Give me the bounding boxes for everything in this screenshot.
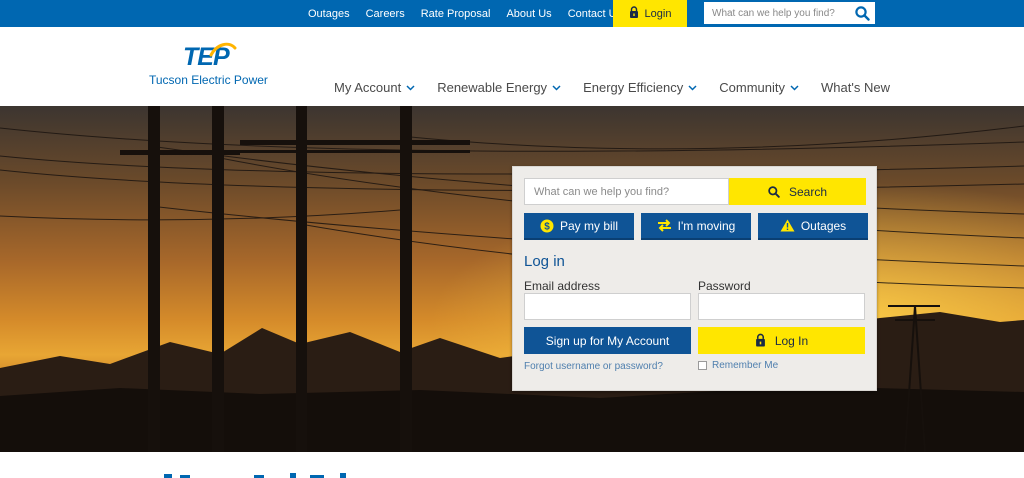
remember-me-checkbox[interactable] [698,361,707,370]
panel-search-button[interactable]: Search [729,178,866,205]
utility-links: Outages Careers Rate Proposal About Us C… [300,0,630,27]
lock-icon [755,333,765,347]
nav-label: Renewable Energy [437,80,548,95]
remember-me: Remember Me [698,360,778,371]
chevron-down-icon [552,84,561,91]
im-moving-button[interactable]: I'm moving [641,213,751,240]
dollar-icon: $ [540,219,554,232]
im-moving-label: I'm moving [677,218,736,233]
top-search-button[interactable] [849,2,875,24]
email-field[interactable] [524,293,691,320]
sign-up-button[interactable]: Sign up for My Account [524,327,691,354]
nav-whats-new[interactable]: What's New [821,80,890,95]
utility-link-rate-proposal[interactable]: Rate Proposal [413,8,499,20]
lock-icon [629,5,639,22]
nav-label: Energy Efficiency [583,80,684,95]
utility-link-outages[interactable]: Outages [300,8,358,20]
top-login-button[interactable]: Login [613,0,687,27]
login-title: Log in [524,253,565,270]
tep-logo[interactable]: TEP Tucson Electric Power [149,42,269,91]
cropped-heading-fragment [164,473,346,478]
nav-renewable-energy[interactable]: Renewable Energy [437,80,561,95]
forgot-credentials-link[interactable]: Forgot username or password? [524,361,663,372]
chevron-down-icon [790,84,799,91]
content-below-hero [0,452,1024,478]
pay-my-bill-button[interactable]: $ Pay my bill [524,213,634,240]
panel-search-input[interactable] [524,178,729,205]
site-header: TEP Tucson Electric Power My Account Ren… [0,27,1024,106]
pay-my-bill-label: Pay my bill [559,218,618,233]
utility-link-careers[interactable]: Careers [358,8,413,20]
nav-my-account[interactable]: My Account [334,80,415,95]
top-login-label: Login [644,7,672,20]
svg-text:$: $ [544,221,550,232]
panel-search: Search [524,178,866,205]
chevron-down-icon [688,84,697,91]
password-field[interactable] [698,293,865,320]
search-icon [768,185,780,198]
swap-arrows-icon [657,219,671,232]
outages-button[interactable]: Outages [758,213,868,240]
main-nav: My Account Renewable Energy Energy Effic… [334,80,890,95]
top-utility-bar: Outages Careers Rate Proposal About Us C… [0,0,1024,27]
log-in-button[interactable]: Log In [698,327,865,354]
chevron-down-icon [406,84,415,91]
remember-me-label: Remember Me [712,360,779,371]
log-in-label: Log In [774,333,809,348]
top-search [703,1,876,25]
warning-icon [780,219,795,232]
panel-search-label: Search [788,184,828,199]
logo-swoosh-icon [209,42,237,57]
email-label: Email address [524,279,601,293]
nav-label: My Account [334,80,402,95]
nav-label: What's New [821,80,890,95]
utility-link-about-us[interactable]: About Us [498,8,559,20]
login-panel: Search $ Pay my bill I'm moving Outages … [512,166,877,391]
nav-energy-efficiency[interactable]: Energy Efficiency [583,80,697,95]
quick-actions: $ Pay my bill I'm moving Outages [524,213,868,240]
search-icon [854,5,870,21]
logo-company-name: Tucson Electric Power [149,73,268,87]
nav-community[interactable]: Community [719,80,799,95]
outages-label: Outages [800,218,847,233]
top-search-input[interactable] [704,2,849,24]
password-label: Password [698,279,751,293]
nav-label: Community [719,80,786,95]
